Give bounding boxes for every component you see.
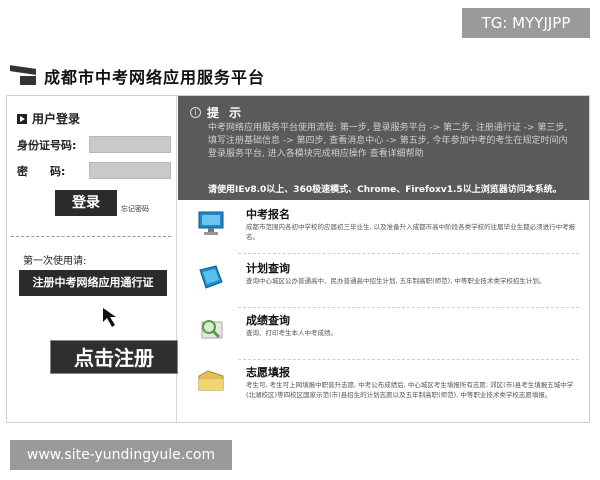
password-label: 密 码:: [17, 164, 66, 178]
notice-title: 提 示: [207, 106, 245, 120]
login-button[interactable]: 登录: [55, 190, 117, 216]
id-number-row: 身份证号码:: [17, 136, 171, 153]
service-item-plan-query[interactable]: 计划查询 查询中心城区公办普通高中、民办普通高中招生计划, 五年制高职(师范),…: [178, 258, 589, 310]
id-number-label: 身份证号码:: [17, 138, 77, 152]
magnifier-icon: [201, 320, 223, 339]
item-desc: 考生可, 考生可上网填报中职普升志愿, 中考公布成绩后, 中心城区考生填报所有志…: [246, 381, 574, 399]
item-title: 志愿填报: [246, 366, 290, 379]
notice-text: 中考网络应用服务平台使用流程: 第一步, 登录服务平台 -> 第二步, 注册通行…: [208, 123, 568, 159]
monitor-icon: [198, 211, 224, 235]
notice-panel: i 提 示 中考网络应用服务平台使用流程: 第一步, 登录服务平台 -> 第二步…: [178, 96, 589, 200]
click-register-callout: 点击注册: [50, 340, 178, 374]
password-row: 密 码:: [17, 162, 171, 179]
item-title: 成绩查询: [246, 314, 290, 327]
page-title: 成都市中考网络应用服务平台: [44, 68, 266, 87]
service-item-registration[interactable]: 中考报名 成都市范围内各初中学校的应届初三毕业生, 以及准备升入成都市高中阶段各…: [178, 204, 589, 256]
play-icon: [17, 113, 27, 124]
login-header: 用户登录: [17, 110, 80, 127]
watermark-top: TG: MYYJJPP: [462, 8, 590, 38]
site-header: 成都市中考网络应用服务平台: [10, 62, 265, 90]
service-item-application[interactable]: 志愿填报 考生可, 考生可上网填报中职普升志愿, 中考公布成绩后, 中心城区考生…: [178, 362, 589, 414]
folder-icon: [198, 370, 224, 391]
arrow-icon: [103, 308, 116, 327]
item-title: 中考报名: [246, 208, 290, 221]
register-button[interactable]: 注册中考网络应用通行证: [19, 270, 167, 296]
notice-header: i 提 示: [190, 104, 244, 121]
forgot-password-link[interactable]: 忘记密码: [121, 204, 149, 214]
book-icon: [199, 265, 223, 289]
password-input[interactable]: [89, 162, 171, 179]
service-list: 中考报名 成都市范围内各初中学校的应届初三毕业生, 以及准备升入成都市高中阶段各…: [178, 202, 589, 422]
info-icon: i: [190, 107, 201, 118]
first-use-label: 第一次使用请:: [23, 256, 87, 267]
login-title: 用户登录: [32, 112, 81, 126]
divider: [11, 236, 171, 237]
item-title: 计划查询: [246, 262, 290, 275]
item-desc: 成都市范围内各初中学校的应届初三毕业生, 以及准备升入成都市高中阶段各类学校的往…: [246, 223, 576, 241]
browser-note: 请使用IEv8.0以上、360极速模式、Chrome、Firefoxv1.5以上…: [208, 185, 562, 195]
service-item-score-query[interactable]: 成绩查询 查询、打印考生本人中考成绩。: [178, 310, 589, 362]
watermark-bottom: www.site-yundingyule.com: [10, 440, 232, 470]
item-desc: 查询、打印考生本人中考成绩。: [246, 329, 337, 337]
id-number-input[interactable]: [89, 136, 171, 153]
logo-icon: [10, 65, 38, 85]
item-desc: 查询中心城区公办普通高中、民办普通高中招生计划, 五年制高职(师范), 中等职业…: [246, 277, 546, 285]
